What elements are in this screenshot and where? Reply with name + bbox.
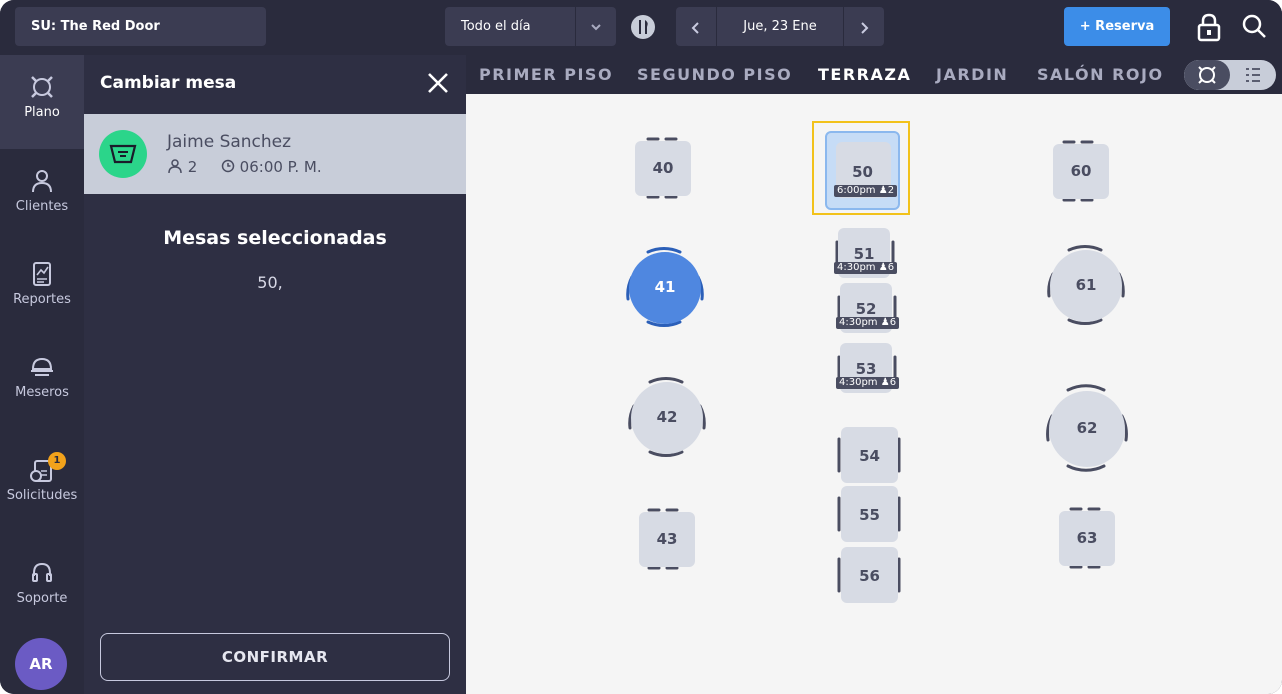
venue-selector[interactable]: SU: The Red Door [15, 7, 266, 46]
table-55[interactable]: 55 [841, 486, 898, 542]
guest-meta: 2 06:00 P. M. [167, 158, 322, 176]
table-number: 63 [1076, 529, 1098, 547]
lock-icon[interactable] [1196, 12, 1222, 42]
table-number: 60 [1070, 162, 1092, 180]
close-icon[interactable] [426, 71, 450, 95]
reservation-time: 6:00pm [837, 185, 876, 196]
clock-icon [221, 159, 235, 173]
tab-terraza[interactable]: TERRAZA [818, 65, 911, 84]
table-number: 53 [855, 360, 877, 378]
tab-segundo-piso[interactable]: SEGUNDO PISO [637, 65, 792, 84]
person-icon [168, 159, 182, 174]
waiter-icon [31, 357, 53, 376]
table-40[interactable]: 40 [635, 141, 691, 196]
floorplan-view-button[interactable] [1184, 60, 1230, 90]
table-number: 50 [852, 163, 873, 181]
reservation-party: 6 [887, 262, 895, 273]
table-52[interactable]: 52 4:30pm ♟6 [836, 283, 900, 333]
nav-item-plano[interactable]: Plano [0, 55, 84, 149]
reservation-party: 6 [889, 377, 897, 388]
table-51[interactable]: 51 4:30pm ♟6 [834, 228, 898, 278]
chevron-down-icon[interactable] [576, 7, 616, 46]
nav-label-meseros: Meseros [15, 385, 69, 400]
nav-label-solicitudes: Solicitudes [6, 488, 78, 503]
table-50[interactable]: 50 6:00pm ♟2 [825, 131, 900, 210]
table-number: 43 [656, 530, 678, 548]
chevron-right-icon[interactable] [844, 7, 884, 46]
table-41[interactable]: 41 [629, 252, 701, 324]
top-bar: SU: The Red Door Todo el día Jue, 23 Ene… [0, 0, 1282, 55]
guest-name: Jaime Sanchez [167, 132, 292, 152]
list-view-icon[interactable] [1230, 60, 1276, 90]
table-number: 40 [652, 159, 674, 177]
table-56[interactable]: 56 [841, 547, 898, 603]
floorplan-icon [31, 76, 53, 98]
main-nav: Plano Clientes Reportes Meseros 1 Solici… [0, 55, 84, 694]
table-63[interactable]: 63 [1059, 511, 1115, 566]
nav-label-plano: Plano [24, 105, 60, 120]
table-60[interactable]: 60 [1053, 144, 1109, 199]
nav-label-reportes: Reportes [13, 292, 71, 307]
nav-item-solicitudes[interactable]: 1 Solicitudes [0, 452, 84, 503]
table-number: 62 [1076, 419, 1098, 437]
table-number: 42 [656, 408, 678, 426]
table-54[interactable]: 54 [841, 427, 898, 483]
nav-label-soporte: Soporte [16, 591, 68, 606]
tab-jardin[interactable]: JARDIN [936, 65, 1008, 84]
table-53[interactable]: 53 4:30pm ♟6 [836, 343, 900, 393]
table-number: 61 [1075, 276, 1097, 294]
reservation-time: 4:30pm [837, 262, 876, 273]
reservation-icon [99, 130, 147, 178]
floor-tabs: PRIMER PISO SEGUNDO PISO TERRAZA JARDIN … [466, 55, 1282, 94]
confirm-button[interactable]: CONFIRMAR [100, 633, 450, 681]
nav-item-clientes[interactable]: Clientes [0, 167, 84, 214]
table-number: 56 [859, 567, 880, 585]
reservation-time: 4:30pm [839, 377, 878, 388]
nav-label-clientes: Clientes [15, 199, 69, 214]
search-icon[interactable] [1240, 12, 1268, 40]
table-number: 41 [654, 278, 676, 296]
person-icon [32, 170, 52, 193]
guest-card[interactable]: Jaime Sanchez 2 06:00 P. M. [84, 114, 466, 194]
shift-selector[interactable]: Todo el día [445, 7, 575, 46]
selected-tables-value: 50, [257, 273, 283, 292]
report-icon [33, 262, 51, 286]
nav-item-soporte[interactable]: Soporte [0, 559, 84, 606]
table-61[interactable]: 61 [1050, 250, 1122, 322]
new-reservation-button[interactable]: + Reserva [1064, 7, 1170, 46]
table-42[interactable]: 42 [631, 382, 703, 454]
chevron-left-icon[interactable] [676, 7, 716, 46]
floor-canvas: 40 43 60 63 50 6:00pm ♟2 51 4:30pm ♟6 52… [466, 94, 1282, 694]
reservation-tag: 6:00pm ♟2 [834, 185, 898, 197]
table-62[interactable]: 62 [1049, 391, 1125, 467]
headset-icon [32, 562, 52, 582]
table-number: 51 [853, 245, 875, 263]
reservation-party: 6 [889, 317, 897, 328]
guest-party-size: 2 [187, 158, 198, 176]
change-table-panel: Cambiar mesa Jaime Sanchez 2 06:00 P. M.… [84, 55, 466, 694]
reservation-tag: 4:30pm ♟6 [834, 262, 898, 274]
reservation-tag: 4:30pm ♟6 [836, 377, 900, 389]
date-label[interactable]: Jue, 23 Ene [717, 7, 843, 46]
table-number: 54 [859, 447, 880, 465]
reservation-tag: 4:30pm ♟6 [836, 317, 900, 329]
table-number: 55 [859, 506, 880, 524]
table-43[interactable]: 43 [639, 512, 695, 567]
nav-item-meseros[interactable]: Meseros [0, 353, 84, 400]
view-toggle[interactable] [1184, 60, 1276, 90]
requests-badge: 1 [48, 452, 66, 470]
panel-title: Cambiar mesa [100, 73, 237, 93]
tab-salon-rojo[interactable]: SALÓN ROJO [1037, 65, 1164, 84]
reservation-party: 2 [887, 185, 895, 196]
cutlery-icon[interactable] [630, 14, 656, 40]
reservation-time: 4:30pm [839, 317, 878, 328]
table-number: 52 [855, 300, 877, 318]
selected-tables-heading: Mesas seleccionadas [163, 227, 387, 249]
tab-primer-piso[interactable]: PRIMER PISO [479, 65, 613, 84]
nav-item-reportes[interactable]: Reportes [0, 260, 84, 307]
app-window: SU: The Red Door Todo el día Jue, 23 Ene… [0, 0, 1282, 694]
guest-time: 06:00 P. M. [239, 158, 322, 176]
avatar[interactable]: AR [15, 638, 67, 690]
